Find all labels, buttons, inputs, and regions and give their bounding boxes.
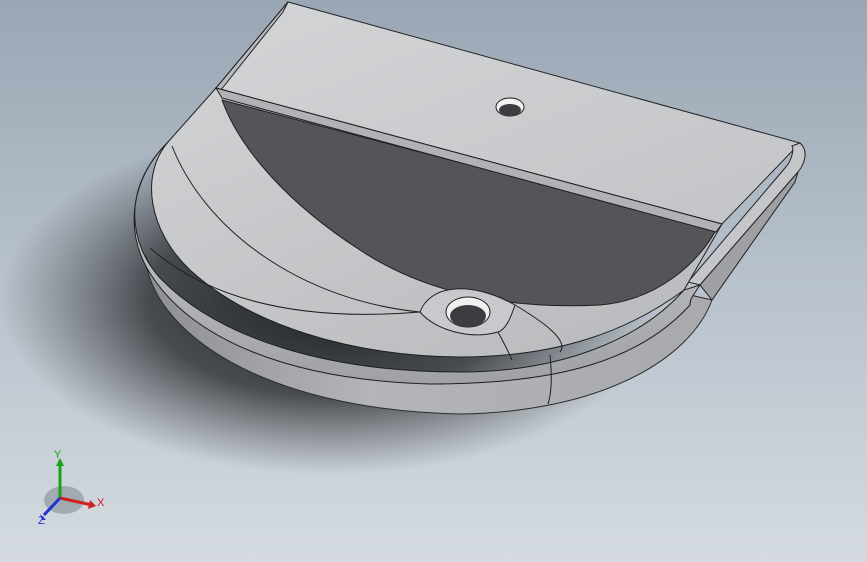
y-axis-label: Y xyxy=(54,449,62,461)
x-axis-label: X xyxy=(97,497,105,509)
drain-hole-inner xyxy=(450,305,486,327)
tap-hole-inner xyxy=(499,104,521,116)
basin-model[interactable] xyxy=(0,0,867,562)
axis-triad: Y X Z xyxy=(38,449,105,527)
graphics-viewport[interactable]: Y X Z xyxy=(0,0,867,562)
x-axis-arrow xyxy=(88,500,96,509)
z-axis-label: Z xyxy=(38,515,45,527)
